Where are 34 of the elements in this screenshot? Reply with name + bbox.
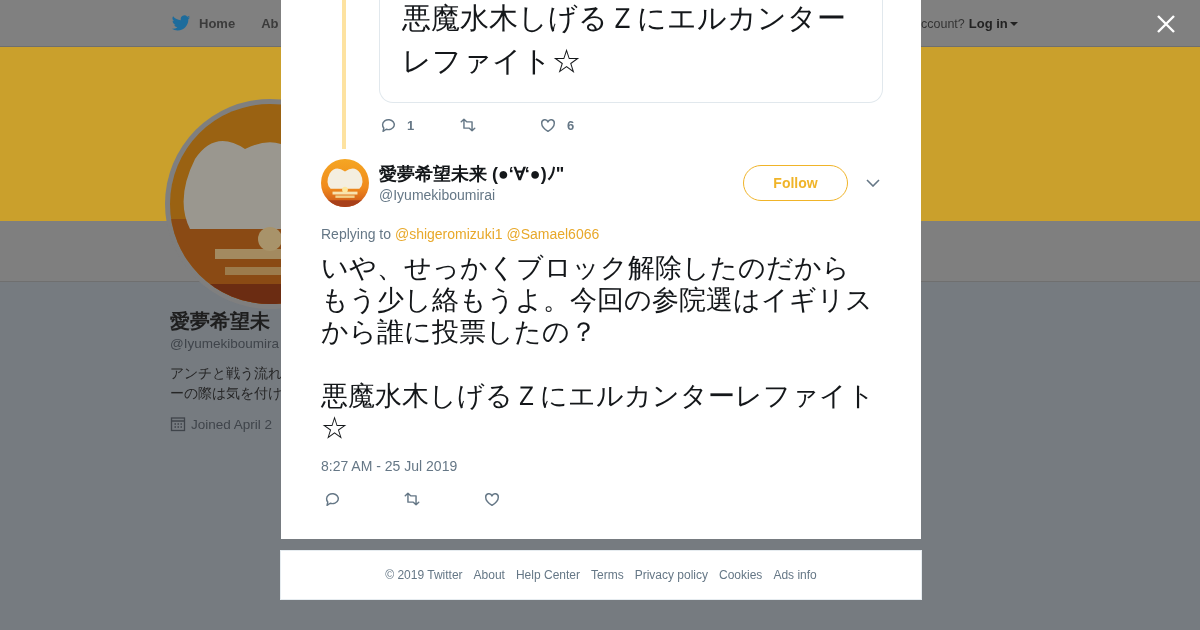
copyright-text: © 2019 Twitter [385,568,463,582]
footer-link[interactable]: Cookies [719,568,763,582]
heart-icon[interactable] [483,490,501,508]
replying-to-text: Replying to @shigeromizuki1 @Samael6066 [321,225,601,243]
calendar-icon [170,416,186,432]
chevron-down-icon[interactable] [866,179,880,187]
heart-icon[interactable] [539,116,557,134]
nav-link[interactable]: Ab [261,15,279,31]
footer-link[interactable]: About [473,568,505,582]
tweet-text: いや、せっかくブロック解除したのだからもう少し絡もうよ。今回の参院選はイギリスから誰に投票したの？ [321,252,874,348]
retweet-icon[interactable] [459,116,477,134]
profile-name: 愛夢希望未 [170,309,271,334]
quoted-tweet-text: 悪魔水木しげるＺにエルカンターレファイト☆ [402,1,847,79]
login-link[interactable]: Log in [968,16,1018,31]
login-prompt: ccount? [921,16,965,31]
footer-link[interactable]: Privacy policy [634,568,708,582]
close-icon[interactable] [1156,14,1176,34]
profile-bio: アンチと戦う流れ ーの際は気を付け [170,365,281,403]
footer-link[interactable]: Ads info [773,568,817,582]
footer-link[interactable]: Terms [591,568,624,582]
like-count: 6 [567,117,575,133]
tweet-timestamp: 8:27 AM - 25 Jul 2019 [321,457,459,475]
bird-icon [171,14,191,32]
user-handle: @Iyumekiboumirai [379,185,497,204]
footer-link[interactable]: Help Center [515,568,580,582]
tweet-text: 悪魔水木しげるＺにエルカンターレファイト☆ [321,380,876,444]
home-link[interactable]: Home [171,14,236,32]
retweet-icon[interactable] [403,490,421,508]
user-name: 愛夢希望未来 (●‘∀‘●)ﾉ" [379,162,566,185]
reply-icon[interactable] [379,116,397,134]
quoted-tweet-card[interactable]: 悪魔水木しげるＺにエルカンターレファイト☆ [379,0,883,103]
caret-icon [1009,21,1018,26]
reply-icon[interactable] [323,490,341,508]
reply-count: 1 [407,117,415,133]
